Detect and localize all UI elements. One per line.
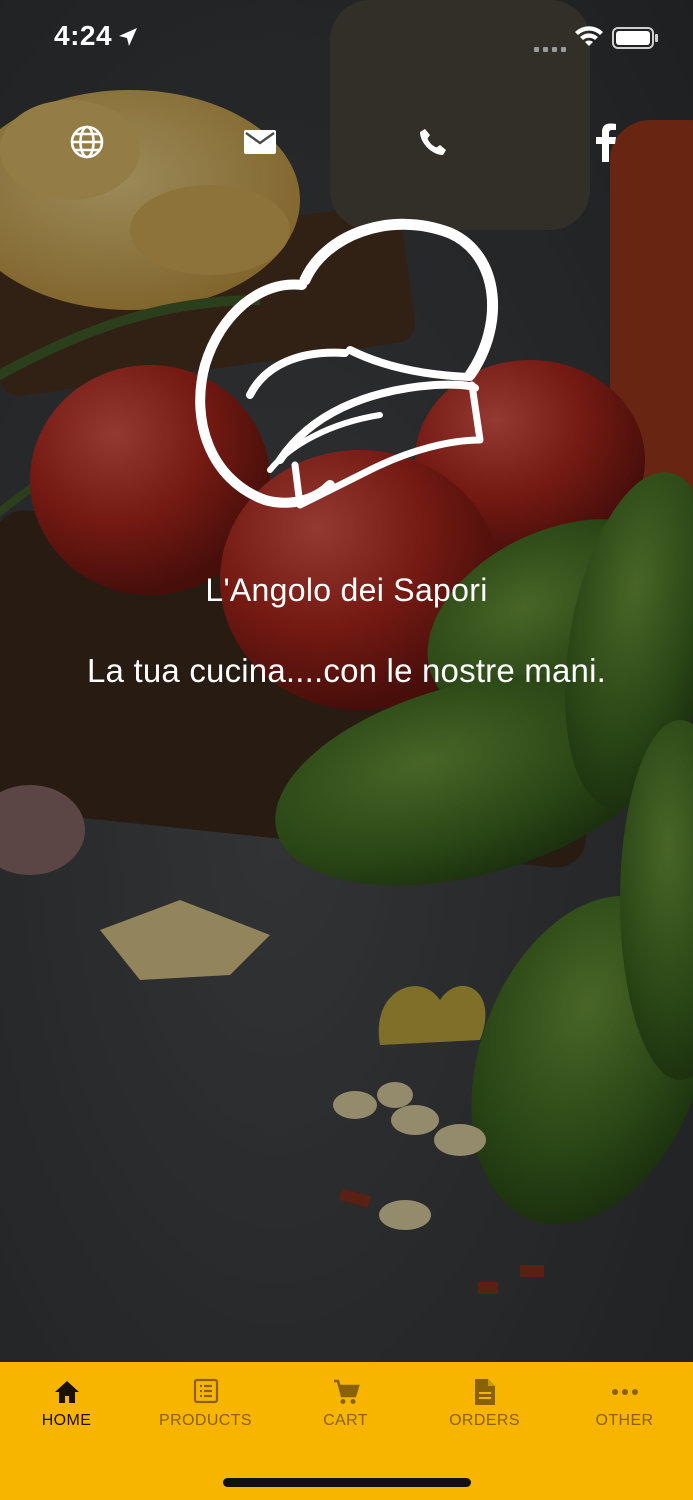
list-icon <box>136 1378 275 1408</box>
tab-label: ORDERS <box>449 1412 520 1429</box>
facebook-icon[interactable] <box>582 118 630 166</box>
restaurant-name: L'Angolo dei Sapori <box>205 572 488 608</box>
home-indicator[interactable] <box>223 1478 471 1487</box>
home-icon <box>0 1378 136 1408</box>
contact-links <box>0 118 693 166</box>
cart-icon <box>276 1378 415 1408</box>
tab-other[interactable]: OTHER <box>555 1378 693 1438</box>
tab-label: CART <box>323 1412 368 1429</box>
mail-icon[interactable] <box>236 118 284 166</box>
wifi-icon <box>574 26 604 53</box>
document-icon <box>415 1378 554 1408</box>
cellular-signal-icon <box>534 40 566 58</box>
more-icon <box>555 1378 693 1408</box>
tagline: La tua cucina....con le nostre mani. <box>87 652 606 689</box>
phone-icon[interactable] <box>409 118 457 166</box>
home-screen: 4:24 L'Angolo dei Sapori La tua cucina..… <box>0 0 693 1500</box>
tab-label: HOME <box>41 1412 92 1429</box>
status-bar: 4:24 <box>0 0 693 80</box>
location-arrow-icon <box>118 27 138 52</box>
bottom-tab-bar: HOME PRODUCTS CART ORDERS OTHER <box>0 1362 693 1500</box>
tab-label: OTHER <box>595 1412 654 1429</box>
globe-icon[interactable] <box>63 118 111 166</box>
tab-home[interactable]: HOME <box>0 1378 136 1438</box>
chef-hat-logo <box>190 215 510 515</box>
battery-icon <box>612 27 658 54</box>
tab-label: PRODUCTS <box>159 1412 252 1429</box>
tab-orders[interactable]: ORDERS <box>415 1378 554 1438</box>
tab-products[interactable]: PRODUCTS <box>136 1378 275 1438</box>
status-time: 4:24 <box>54 20 113 51</box>
tab-cart[interactable]: CART <box>276 1378 415 1438</box>
